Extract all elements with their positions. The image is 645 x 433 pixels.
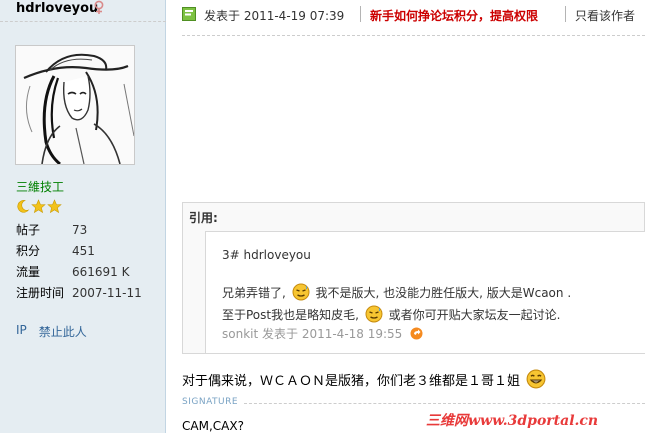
- quote-text: 或者你可开贴大家坛友一起讨论.: [388, 308, 561, 322]
- sidebar-divider: [0, 21, 166, 22]
- post-body-text: 对于偶来说，ＷＣＡＯＮ是版猪，你们老３维都是１哥１姐: [182, 374, 521, 389]
- stat-row-register-date: 注册时间 2007-11-11: [16, 283, 166, 304]
- quote-source-text: sonkit 发表于 2011-4-18 19:55: [222, 327, 403, 341]
- rank-stars: [15, 199, 62, 214]
- username[interactable]: hdrloveyou: [16, 1, 98, 16]
- quote-text: 至于Post我也是略知皮毛,: [222, 308, 359, 322]
- signature-label: SIGNATURE: [182, 397, 239, 407]
- header-separator: [360, 6, 361, 22]
- signature-divider: [244, 403, 645, 404]
- user-stats: 帖子 73 积分 451 流量 661691 K 注册时间 2007-11-11: [16, 220, 166, 304]
- signature-text: CAM,CAX?: [182, 419, 244, 433]
- sweat-smiley-icon: [365, 305, 383, 323]
- stat-label: 积分: [16, 244, 41, 258]
- star-icon: [47, 199, 62, 214]
- avatar[interactable]: [15, 45, 135, 165]
- stat-row-traffic: 流量 661691 K: [16, 262, 166, 283]
- stat-value: 2007-11-11: [72, 286, 142, 300]
- star-icon: [31, 199, 46, 214]
- user-actions: IP 禁止此人: [16, 323, 87, 340]
- quote-text: 我不是版大, 也没能力胜任版大, 版大是Wcaon .: [315, 286, 572, 300]
- quote-line: 兄弟弄错了, 我不是版大, 也没能力胜任版大, 版大是Wcaon .: [222, 283, 571, 301]
- newbie-credits-link[interactable]: 新手如何挣论坛积分，提高权限: [370, 7, 538, 24]
- moon-icon: [15, 199, 30, 214]
- ip-link[interactable]: IP: [16, 323, 27, 340]
- ban-user-link[interactable]: 禁止此人: [39, 323, 87, 340]
- quote-source: sonkit 发表于 2011-4-18 19:55: [222, 325, 423, 342]
- jump-to-post-icon[interactable]: [410, 327, 423, 340]
- view-author-only-link[interactable]: 只看该作者: [575, 7, 635, 24]
- gender-icon: [94, 0, 104, 14]
- stat-row-posts: 帖子 73: [16, 220, 166, 241]
- user-sidebar: hdrloveyou 三維技工 帖子 73 积分 451 流量 661691 K…: [0, 0, 166, 433]
- stat-value: 661691 K: [72, 265, 130, 279]
- stat-value: 73: [72, 223, 88, 237]
- quote-header: 3# hdrloveyou: [222, 248, 311, 262]
- stat-row-credits: 积分 451: [16, 241, 166, 262]
- grin-smiley-icon: [526, 369, 546, 389]
- sweat-smiley-icon: [292, 283, 310, 301]
- quote-content: 3# hdrloveyou 兄弟弄错了, 我不是版大, 也没能力胜任版大, 版大…: [205, 231, 645, 353]
- post-time: 发表于 2011-4-19 07:39: [204, 9, 345, 23]
- post-body: 对于偶来说，ＷＣＡＯＮ是版猪，你们老３维都是１哥１姐: [182, 369, 548, 389]
- online-status-icon: [182, 7, 196, 21]
- stat-label: 流量: [16, 265, 41, 279]
- avatar-sketch-icon: [16, 46, 134, 164]
- header-divider: [182, 35, 645, 36]
- stat-label: 帖子: [16, 223, 41, 237]
- stat-label: 注册时间: [16, 286, 65, 300]
- header-separator: [565, 6, 566, 22]
- quote-block: 引用: 3# hdrloveyou 兄弟弄错了, 我不是版大, 也没能力胜任版大…: [182, 202, 645, 354]
- quote-text: 兄弟弄错了,: [222, 286, 286, 300]
- stat-value: 451: [72, 244, 95, 258]
- quote-title: 引用:: [189, 211, 218, 225]
- user-group-title[interactable]: 三維技工: [16, 178, 64, 195]
- quote-line: 至于Post我也是略知皮毛, 或者你可开贴大家坛友一起讨论.: [222, 305, 560, 323]
- post-header: 发表于 2011-4-19 07:39 新手如何挣论坛积分，提高权限 只看该作者: [182, 0, 645, 30]
- site-watermark: 三维网www.3dportal.cn: [426, 413, 599, 429]
